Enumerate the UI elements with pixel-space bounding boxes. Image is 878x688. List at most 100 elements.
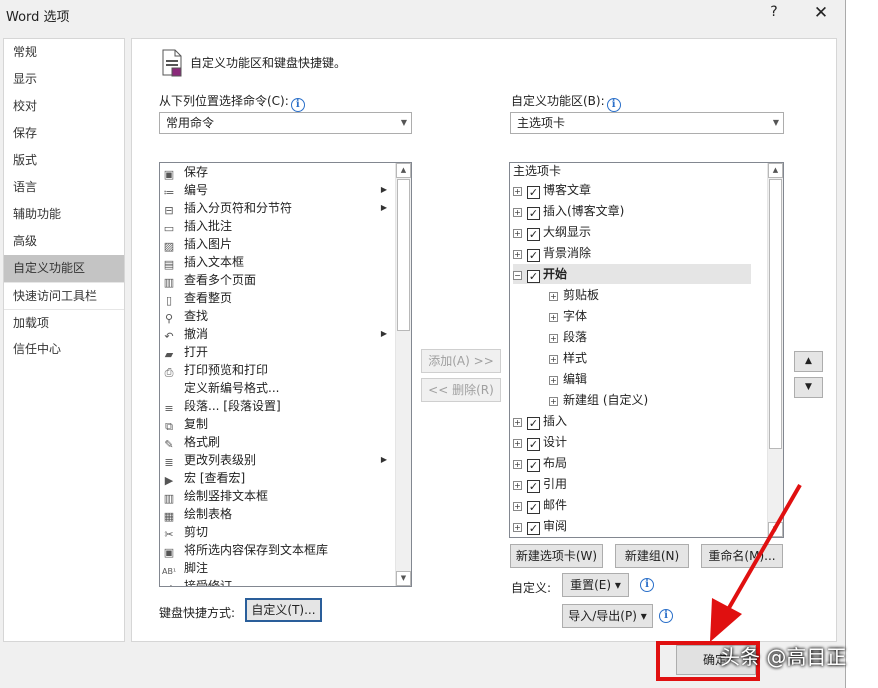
tree-node[interactable]: + ✓ 大纲显示	[513, 222, 591, 242]
command-item[interactable]: ▤ 插入文本框	[162, 253, 244, 271]
tree-node[interactable]: + ✓ 博客文章	[513, 180, 591, 200]
nav-item[interactable]: 保存	[4, 120, 124, 147]
nav-item[interactable]: 辅助功能	[4, 201, 124, 228]
expand-icon[interactable]: +	[513, 418, 522, 427]
command-item[interactable]: ⊟ 插入分页符和分节符	[162, 199, 292, 217]
info-icon[interactable]: i	[290, 98, 305, 112]
checkbox[interactable]: ✓	[527, 501, 540, 514]
expand-icon[interactable]: +	[549, 292, 558, 301]
expand-icon[interactable]: +	[513, 439, 522, 448]
expand-icon[interactable]: +	[549, 334, 558, 343]
tree-node[interactable]: + 编辑	[549, 369, 587, 389]
nav-item[interactable]: 校对	[4, 93, 124, 120]
scroll-up-icon[interactable]: ▲	[396, 163, 411, 178]
tree-node[interactable]: + ✓ 布局	[513, 453, 567, 473]
command-item[interactable]: ▣ 保存	[162, 163, 208, 181]
add-button[interactable]: 添加(A) >>	[421, 349, 501, 373]
command-item[interactable]: ▰ 打开	[162, 343, 208, 361]
expand-icon[interactable]: +	[549, 397, 558, 406]
nav-item[interactable]: 版式	[4, 147, 124, 174]
tree-node[interactable]: + ✓ 审阅	[513, 516, 567, 536]
command-item[interactable]: ≔ 编号	[162, 181, 209, 199]
tree-node[interactable]: +✓视图	[513, 537, 567, 538]
command-item[interactable]: ✓ 接受修订	[162, 577, 232, 586]
checkbox[interactable]: ✓	[527, 522, 540, 535]
nav-item[interactable]: 高级	[4, 228, 124, 255]
new-group-button[interactable]: 新建组(N)	[615, 544, 689, 568]
nav-item[interactable]: 常规	[4, 39, 124, 66]
scroll-down-icon[interactable]: ▼	[396, 571, 411, 586]
command-item[interactable]: AB¹ 脚注	[162, 559, 208, 577]
import-export-button[interactable]: 导入/导出(P) ▾	[562, 604, 653, 628]
checkbox[interactable]: ✓	[527, 249, 540, 262]
choose-commands-combo[interactable]: 常用命令 ▼	[159, 112, 412, 134]
nav-item[interactable]: 信任中心	[4, 336, 124, 363]
expand-icon[interactable]: +	[513, 502, 522, 511]
expand-icon[interactable]: +	[513, 229, 522, 238]
expand-icon[interactable]: +	[513, 250, 522, 259]
command-item[interactable]: ↶ 撤消	[162, 325, 208, 343]
tree-node[interactable]: + ✓ 设计	[513, 432, 567, 452]
scroll-thumb[interactable]	[397, 179, 410, 331]
command-item[interactable]: ⚲ 查找	[162, 307, 208, 325]
scroll-up-icon[interactable]: ▲	[768, 163, 783, 178]
nav-item[interactable]: 自定义功能区	[4, 255, 124, 282]
scroll-thumb[interactable]	[769, 179, 782, 449]
tree-node[interactable]: + 新建组 (自定义)	[549, 390, 648, 410]
move-up-button[interactable]: ▲	[794, 351, 823, 372]
nav-item[interactable]: 显示	[4, 66, 124, 93]
tree-node[interactable]: + 字体	[549, 306, 587, 326]
command-item[interactable]: ≣ 更改列表级别	[162, 451, 256, 469]
command-item[interactable]: ▨ 插入图片	[162, 235, 232, 253]
command-item[interactable]: ▶ 宏 [查看宏]	[162, 469, 245, 487]
checkbox[interactable]: ✓	[527, 186, 540, 199]
help-button[interactable]: ?	[766, 4, 782, 22]
command-item[interactable]: 定义新编号格式...	[162, 379, 279, 397]
commands-scrollbar[interactable]: ▲ ▼	[395, 163, 411, 586]
checkbox[interactable]: ✓	[527, 480, 540, 493]
tree-node[interactable]: + ✓ 背景消除	[513, 243, 591, 263]
customize-ribbon-combo[interactable]: 主选项卡 ▼	[510, 112, 784, 134]
expand-icon[interactable]: +	[549, 376, 558, 385]
expand-icon[interactable]: +	[513, 187, 522, 196]
nav-item[interactable]: 快速访问工具栏	[4, 282, 124, 309]
command-item[interactable]: ▥ 绘制竖排文本框	[162, 487, 268, 505]
commands-list[interactable]: ▲ ▼ ▣ 保存 ≔ 编号 ▶ ⊟ 插入分页符和分节符 ▶ ▭ 插入批注 ▨ 插入图片 ▤ 插入文本框 ▥ 查…	[159, 162, 412, 587]
command-item[interactable]: ▯ 查看整页	[162, 289, 232, 307]
reset-button[interactable]: 重置(E) ▾	[562, 573, 629, 597]
command-item[interactable]: ▣ 将所选内容保存到文本框库	[162, 541, 328, 559]
nav-item[interactable]: 语言	[4, 174, 124, 201]
tree-node[interactable]: − ✓ 开始	[513, 264, 751, 284]
tree-node[interactable]: + 剪贴板	[549, 285, 599, 305]
tree-node[interactable]: + ✓ 插入	[513, 411, 567, 431]
nav-item[interactable]: 加载项	[4, 309, 124, 336]
command-item[interactable]: ✎ 格式刷	[162, 433, 220, 451]
command-item[interactable]: ▥ 查看多个页面	[162, 271, 256, 289]
move-down-button[interactable]: ▼	[794, 377, 823, 398]
checkbox[interactable]: ✓	[527, 459, 540, 472]
tree-node[interactable]: + 段落	[549, 327, 587, 347]
expand-icon[interactable]: +	[513, 523, 522, 532]
command-item[interactable]: ⎙ 打印预览和打印	[162, 361, 268, 379]
expand-icon[interactable]: +	[513, 460, 522, 469]
expand-icon[interactable]: +	[513, 208, 522, 217]
new-tab-button[interactable]: 新建选项卡(W)	[510, 544, 603, 568]
command-item[interactable]: ⧉ 复制	[162, 415, 208, 433]
close-button[interactable]: ✕	[810, 3, 832, 25]
command-item[interactable]: ▦ 绘制表格	[162, 505, 232, 523]
command-item[interactable]: ≡ 段落... [段落设置]	[162, 397, 280, 415]
expand-icon[interactable]: +	[549, 355, 558, 364]
expand-icon[interactable]: +	[513, 481, 522, 490]
remove-button[interactable]: << 删除(R)	[421, 378, 501, 402]
info-icon[interactable]: i	[606, 98, 621, 112]
tree-node[interactable]: + 样式	[549, 348, 587, 368]
checkbox[interactable]: ✓	[527, 438, 540, 451]
tree-node[interactable]: + ✓ 邮件	[513, 495, 567, 515]
tree-node[interactable]: + ✓ 引用	[513, 474, 567, 494]
info-icon[interactable]: i	[640, 578, 654, 592]
checkbox[interactable]: ✓	[527, 417, 540, 430]
customize-shortcut-button[interactable]: 自定义(T)...	[245, 598, 322, 622]
checkbox[interactable]: ✓	[527, 228, 540, 241]
expand-icon[interactable]: +	[549, 313, 558, 322]
info-icon[interactable]: i	[659, 609, 673, 623]
